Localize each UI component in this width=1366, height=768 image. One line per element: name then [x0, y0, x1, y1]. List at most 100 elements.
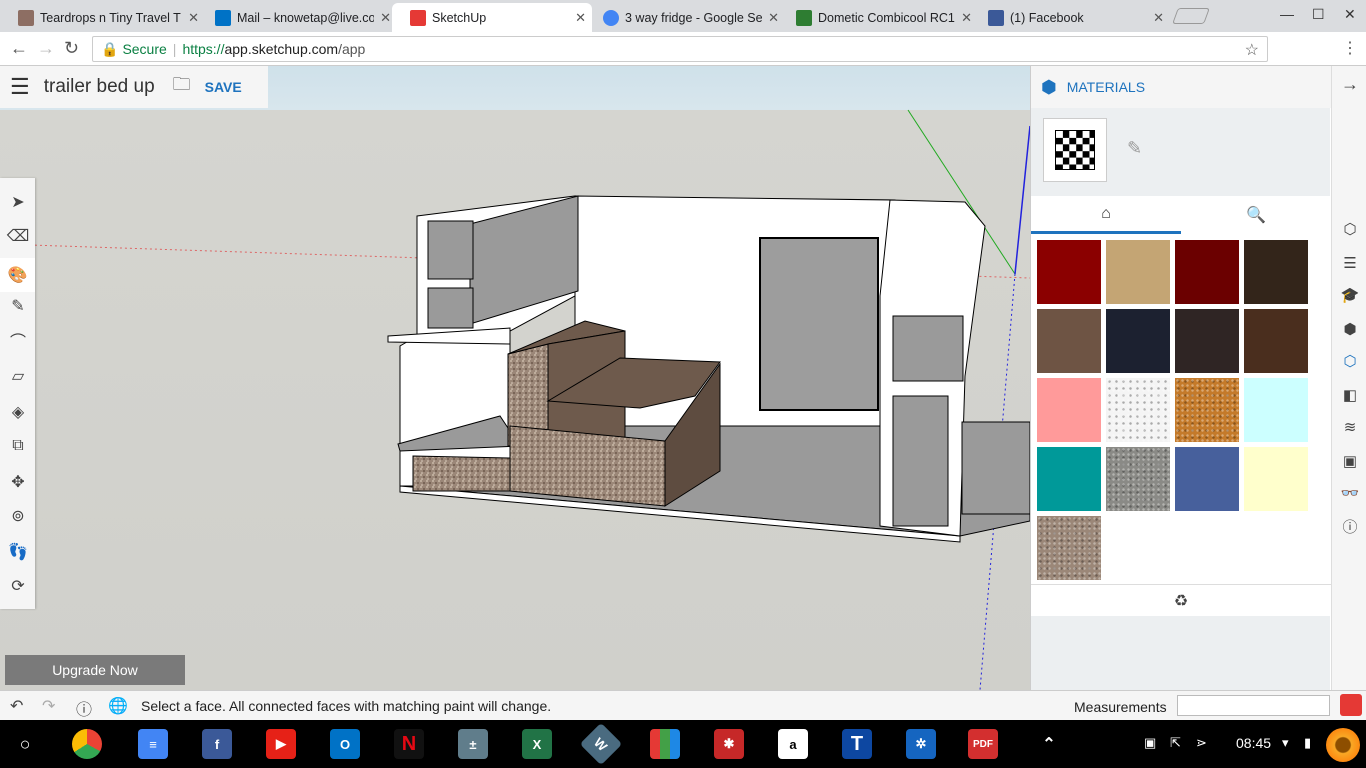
snowflake-app-icon[interactable]: ✲	[906, 729, 936, 759]
wunderlist-app-icon[interactable]: W	[579, 722, 623, 766]
close-tab-icon[interactable]: ✕	[380, 10, 391, 26]
left-cabinet-middle[interactable]	[427, 287, 474, 329]
material-swatch[interactable]	[1244, 240, 1308, 304]
material-swatch[interactable]	[1244, 447, 1308, 511]
material-swatch[interactable]	[1037, 447, 1101, 511]
close-window-icon[interactable]: ✕	[1344, 6, 1356, 23]
pixel-app-icon[interactable]: ✱	[714, 729, 744, 759]
globe-icon[interactable]: 🌐	[108, 696, 128, 716]
forward-arrow-icon[interactable]: →	[37, 38, 55, 59]
launcher-circle-icon[interactable]: ○	[10, 729, 40, 759]
material-swatch[interactable]	[1037, 516, 1101, 580]
current-material-preview[interactable]	[1043, 118, 1107, 182]
redo-icon[interactable]: ↷	[42, 696, 55, 716]
outlook-app-icon[interactable]: O	[330, 729, 360, 759]
chevron-up-icon[interactable]: ⌃	[1034, 729, 1064, 759]
tape-measure-tool-icon[interactable]: ⊚	[6, 504, 30, 528]
maximize-icon[interactable]: ☐	[1312, 6, 1325, 23]
save-button[interactable]: SAVE	[205, 79, 242, 95]
undo-icon[interactable]: ↶	[10, 696, 23, 716]
right-cabinet-upper[interactable]	[892, 315, 964, 382]
paint-bucket-tool-icon[interactable]: 🎨	[0, 258, 35, 292]
excel-app-icon[interactable]: X	[522, 729, 552, 759]
facebook-app-icon[interactable]: f	[202, 729, 232, 759]
left-cabinet-upper[interactable]	[427, 220, 474, 280]
tab-home-materials[interactable]: ⌂	[1031, 196, 1181, 234]
edit-material-icon[interactable]: ✎	[1127, 138, 1142, 159]
tab-mail[interactable]: Mail – knowetap@live.co ✕	[197, 3, 397, 32]
styles-icon[interactable]: ◧	[1340, 386, 1360, 406]
t-app-icon[interactable]: T	[842, 729, 872, 759]
3d-viewport[interactable]: ☰ trailer bed up 🗀 SAVE Upgrade Now	[0, 66, 1030, 690]
reload-icon[interactable]: ↻	[64, 38, 79, 59]
material-swatch[interactable]	[1106, 240, 1170, 304]
upgrade-now-button[interactable]: Upgrade Now	[5, 655, 185, 685]
material-swatch[interactable]	[1037, 378, 1101, 442]
youtube-app-icon[interactable]: ▶	[266, 729, 296, 759]
material-swatch[interactable]	[1244, 309, 1308, 373]
user-avatar[interactable]	[1326, 728, 1360, 762]
docs-app-icon[interactable]: ≡	[138, 729, 168, 759]
back-arrow-icon[interactable]: ←	[10, 38, 28, 59]
bookmark-star-icon[interactable]: ☆	[1245, 40, 1259, 60]
document-title[interactable]: trailer bed up	[44, 76, 155, 98]
tab-search-materials[interactable]: 🔍	[1181, 196, 1331, 234]
close-tab-icon[interactable]: ✕	[1153, 10, 1164, 26]
tab-facebook[interactable]: (1) Facebook ✕	[970, 3, 1170, 32]
tab-dometic[interactable]: Dometic Combicool RC1 ✕	[778, 3, 978, 32]
minimize-icon[interactable]: —	[1280, 6, 1294, 22]
screenshot-tray-icon[interactable]: ▣	[1144, 735, 1156, 751]
battery-icon[interactable]: ▮	[1304, 735, 1311, 751]
network-tray-icon[interactable]: ⋗	[1196, 735, 1207, 751]
chrome-app-icon[interactable]	[72, 729, 102, 759]
orbit-tool-icon[interactable]: ⟳	[6, 574, 30, 598]
amazon-app-icon[interactable]: a	[778, 729, 808, 759]
help-icon[interactable]: ⓘ	[76, 696, 92, 720]
material-swatch[interactable]	[1106, 309, 1170, 373]
layers-icon[interactable]: ≋	[1340, 418, 1360, 438]
tab-google[interactable]: 3 way fridge - Google Sea ✕	[585, 3, 785, 32]
entity-info-icon[interactable]: ⬡	[1340, 220, 1360, 240]
move-tool-icon[interactable]: ✥	[6, 470, 30, 494]
bench-base-block[interactable]	[412, 455, 511, 492]
model-info-icon[interactable]: ⓘ	[1340, 516, 1360, 536]
offset-tool-icon[interactable]: ⧉	[6, 434, 30, 458]
material-swatch[interactable]	[1175, 240, 1239, 304]
model-canvas[interactable]	[0, 66, 1030, 690]
eraser-tool-icon[interactable]: ⌫	[6, 224, 30, 248]
pencil-tool-icon[interactable]: ✎	[6, 294, 30, 318]
outliner-icon[interactable]: ☰	[1340, 254, 1360, 274]
scenes-icon[interactable]: ▣	[1340, 452, 1360, 472]
material-swatch[interactable]	[1037, 240, 1101, 304]
system-clock[interactable]: 08:45	[1236, 735, 1271, 751]
display-icon[interactable]: 👓	[1340, 484, 1360, 504]
hamburger-menu-icon[interactable]: ☰	[10, 74, 30, 100]
components-icon[interactable]: ⬢	[1340, 320, 1360, 340]
materials-panel-icon[interactable]: ⬡	[1340, 352, 1360, 372]
material-swatch[interactable]	[1106, 447, 1170, 511]
material-swatch[interactable]	[1175, 447, 1239, 511]
material-swatch[interactable]	[1175, 309, 1239, 373]
collapse-panel-arrow-icon[interactable]: →	[1340, 74, 1360, 94]
netflix-app-icon[interactable]: N	[394, 729, 424, 759]
material-swatch[interactable]	[1037, 309, 1101, 373]
menu-kebab-icon[interactable]: ⋮	[1342, 38, 1358, 58]
instructor-icon[interactable]: 🎓	[1340, 286, 1360, 306]
material-swatch[interactable]	[1175, 378, 1239, 442]
right-floor-extension[interactable]	[961, 421, 1030, 515]
wifi-icon[interactable]: ▾	[1282, 735, 1289, 751]
window-face[interactable]	[759, 237, 879, 411]
folder-open-icon[interactable]: 🗀	[173, 72, 191, 102]
material-swatch[interactable]	[1106, 378, 1170, 442]
cast-tray-icon[interactable]: ⇱	[1170, 735, 1181, 751]
select-tool-icon[interactable]: ➤	[6, 190, 30, 214]
arc-tool-icon[interactable]: ⌒	[6, 328, 30, 352]
calculator-app-icon[interactable]: ±	[458, 729, 488, 759]
rectangle-tool-icon[interactable]: ▱	[6, 364, 30, 388]
url-input[interactable]: 🔒 Secure | https:// app.sketchup.com /ap…	[92, 36, 1268, 62]
recycle-materials-button[interactable]: ♻	[1031, 584, 1331, 616]
photos-app-icon[interactable]	[650, 729, 680, 759]
tab-teardrops[interactable]: Teardrops n Tiny Travel T ✕	[0, 3, 205, 32]
material-swatch[interactable]	[1244, 378, 1308, 442]
new-tab-button[interactable]	[1172, 8, 1210, 24]
